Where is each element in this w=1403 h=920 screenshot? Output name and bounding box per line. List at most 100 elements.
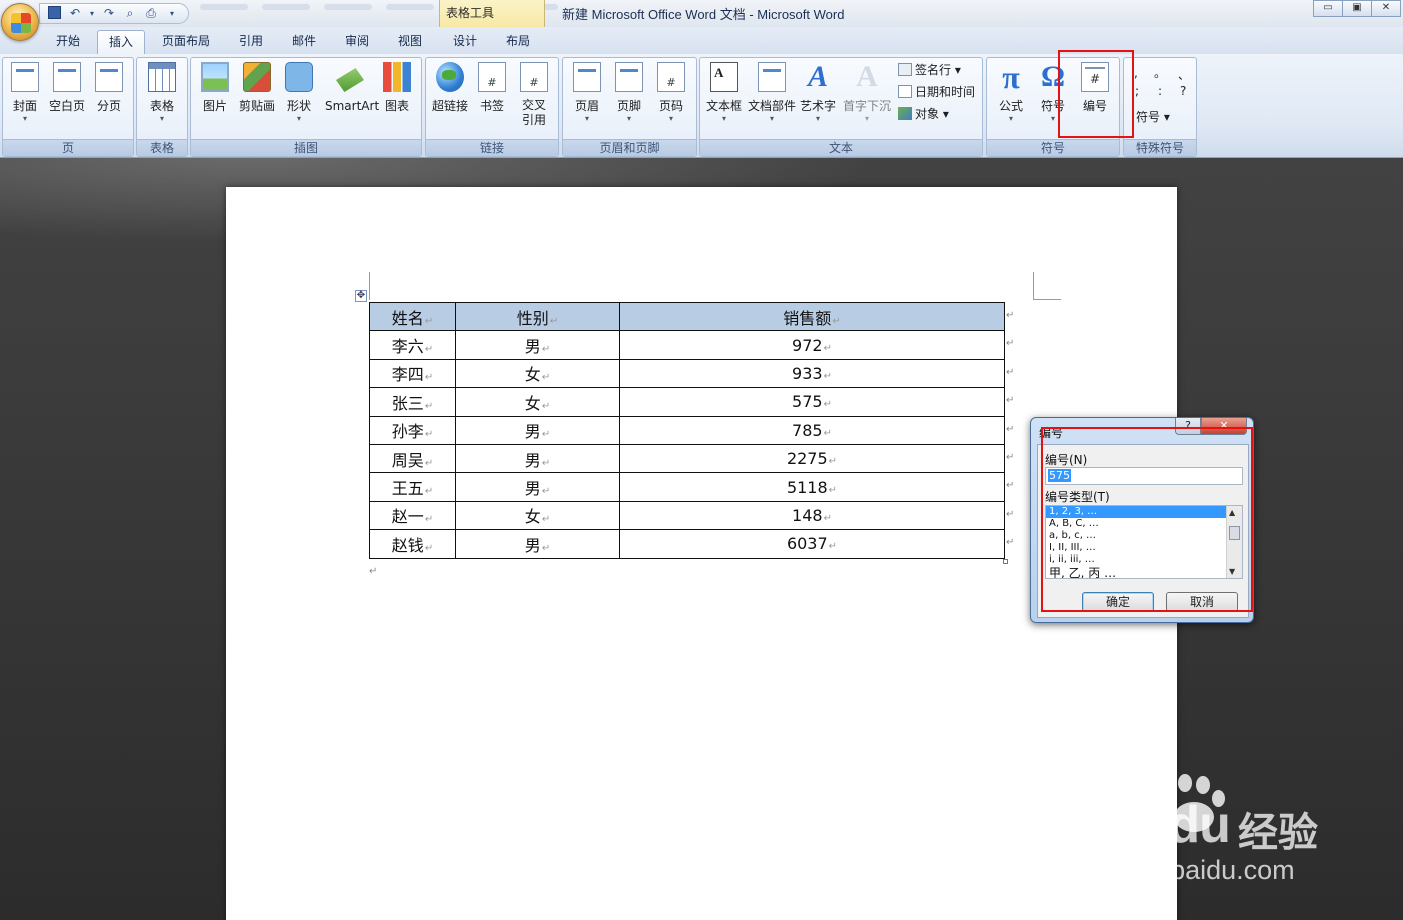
tab-layout[interactable]: 布局 <box>496 30 540 54</box>
watermark-logo: Bai du <box>1077 796 1231 854</box>
pi-icon: π <box>1002 59 1020 95</box>
table-row: 李四↵ 女↵ 933↵ <box>369 358 1005 389</box>
print-preview-icon[interactable]: ⌕ <box>122 6 138 21</box>
page-number-button[interactable]: 页码▾ <box>649 62 693 124</box>
table-cell[interactable]: 男↵ <box>455 415 620 445</box>
quick-parts-button[interactable]: 文档部件 ▾ <box>748 62 796 124</box>
shapes-button[interactable]: 形状 ▾ <box>277 62 321 124</box>
table-row: 王五↵ 男↵ 5118↵ <box>369 472 1005 502</box>
table-cell[interactable]: 6037↵ <box>619 529 1005 559</box>
table-cell[interactable]: 女↵ <box>455 358 620 389</box>
sales-table: 姓名↵ 性别↵ 销售额↵ 李六↵ 男↵ 972↵ 李四↵ 女↵ 933↵ 张三↵… <box>369 301 1005 559</box>
table-cell[interactable]: 148↵ <box>619 500 1005 531</box>
footer-button[interactable]: 页脚 ▾ <box>607 62 651 124</box>
table-row: 赵钱↵ 男↵ 6037↵ <box>369 529 1005 559</box>
group-label-text: 文本 <box>700 139 982 156</box>
table-cell[interactable]: 男↵ <box>455 330 620 360</box>
table-cell[interactable]: 972↵ <box>619 330 1005 360</box>
table-cell[interactable]: 575↵ <box>619 387 1005 417</box>
dropcap-button[interactable]: A 首字下沉 ▾ <box>843 62 891 124</box>
table-cell[interactable]: 785↵ <box>619 415 1005 445</box>
object-icon <box>898 107 912 120</box>
group-label-illustrations: 插图 <box>191 139 421 156</box>
wordart-icon: A <box>807 60 828 93</box>
table-cell[interactable]: 男↵ <box>455 529 620 559</box>
cover-page-button[interactable]: 封面 ▾ <box>3 62 47 124</box>
office-button[interactable] <box>1 3 39 41</box>
special-char[interactable]: 、 <box>1178 66 1190 83</box>
special-char[interactable]: : <box>1158 84 1162 98</box>
table-cell[interactable]: 933↵ <box>619 358 1005 389</box>
tab-page-layout[interactable]: 页面布局 <box>153 30 219 54</box>
table-cell[interactable]: 孙李↵ <box>369 415 456 445</box>
row-end-mark: ↵ <box>1006 367 1015 378</box>
close-button[interactable]: ✕ <box>1371 0 1401 17</box>
highlight-number-button <box>1058 50 1134 138</box>
table-button[interactable]: 表格 ▾ <box>140 62 184 124</box>
page-number-icon <box>657 62 685 92</box>
tab-references[interactable]: 引用 <box>229 30 273 54</box>
undo-icon[interactable]: ↶ <box>67 6 83 21</box>
header-cell[interactable]: 姓名↵ <box>369 301 456 332</box>
crop-mark-top-right <box>1033 272 1061 300</box>
table-cell[interactable]: 男↵ <box>455 443 620 474</box>
redo-icon[interactable]: ↷ <box>101 6 117 21</box>
table-cell[interactable]: 女↵ <box>455 500 620 531</box>
header-cell[interactable]: 性别↵ <box>455 301 620 332</box>
table-cell[interactable]: 赵钱↵ <box>369 529 456 559</box>
tab-design[interactable]: 设计 <box>443 30 487 54</box>
tab-review[interactable]: 审阅 <box>335 30 379 54</box>
special-char[interactable]: ; <box>1135 84 1139 98</box>
table-cell[interactable]: 赵一↵ <box>369 500 456 531</box>
crop-mark-top-left <box>369 272 370 300</box>
bookmark-button[interactable]: 书签 <box>470 62 514 114</box>
customize-qat-icon[interactable]: ▾ <box>164 6 180 21</box>
tab-insert[interactable]: 插入 <box>97 30 145 54</box>
tab-home[interactable]: 开始 <box>47 30 89 54</box>
tab-mailings[interactable]: 邮件 <box>282 30 326 54</box>
table-cell[interactable]: 李六↵ <box>369 330 456 360</box>
smartart-button[interactable]: SmartArt <box>325 62 379 114</box>
hyperlink-button[interactable]: 超链接 <box>428 62 472 114</box>
equation-button[interactable]: π 公式 ▾ <box>989 59 1033 124</box>
special-char[interactable]: , <box>1134 66 1138 80</box>
special-char[interactable]: 。 <box>1154 64 1166 81</box>
undo-dropdown-icon[interactable]: ▾ <box>88 6 96 21</box>
special-char[interactable]: ? <box>1180 84 1186 98</box>
wordart-button[interactable]: A 艺术字 ▾ <box>796 62 840 124</box>
tab-view[interactable]: 视图 <box>388 30 432 54</box>
date-time-button[interactable]: 日期和时间 <box>898 83 975 101</box>
textbox-button[interactable]: 文本框▾ <box>702 62 746 124</box>
table-cell[interactable]: 2275↵ <box>619 443 1005 474</box>
picture-button[interactable]: 图片 <box>193 62 237 114</box>
group-label-pages: 页 <box>3 139 133 156</box>
table-cell[interactable]: 男↵ <box>455 472 620 502</box>
quick-access-toolbar: ↶ ▾ ↷ ⌕ ⎙ ▾ <box>39 3 189 24</box>
table-cell[interactable]: 女↵ <box>455 387 620 417</box>
page-break-button[interactable]: 分页 <box>87 62 131 114</box>
object-button[interactable]: 对象 ▾ <box>898 105 949 123</box>
table-cell[interactable]: 周吴↵ <box>369 443 456 474</box>
signature-icon <box>898 63 912 76</box>
restore-button[interactable]: ▣ <box>1342 0 1372 17</box>
table-move-handle-icon[interactable]: ✥ <box>355 290 367 302</box>
table-cell[interactable]: 王五↵ <box>369 472 456 502</box>
clipart-button[interactable]: 剪贴画 <box>235 62 279 114</box>
group-label-header-footer: 页眉和页脚 <box>563 139 696 156</box>
group-pages: 封面 ▾ 空白页 分页 页 <box>2 57 134 157</box>
row-end-mark: ↵ <box>1006 395 1015 406</box>
table-cell[interactable]: 5118↵ <box>619 472 1005 502</box>
save-icon[interactable] <box>46 6 62 21</box>
header-cell[interactable]: 销售额↵ <box>619 301 1005 332</box>
table-cell[interactable]: 李四↵ <box>369 358 456 389</box>
minimize-button[interactable]: ▭ <box>1313 0 1343 17</box>
special-symbol-button[interactable]: 符号 ▾ <box>1136 108 1170 126</box>
signature-line-button[interactable]: 签名行 ▾ <box>898 61 961 79</box>
chart-button[interactable]: 图表 <box>375 62 419 114</box>
blank-page-button[interactable]: 空白页 <box>45 62 89 114</box>
cross-reference-button[interactable]: 交叉 引用 <box>512 62 556 128</box>
print-icon[interactable]: ⎙ <box>143 6 159 21</box>
table-resize-handle[interactable] <box>1003 559 1008 564</box>
table-cell[interactable]: 张三↵ <box>369 387 456 417</box>
header-button[interactable]: 页眉 ▾ <box>565 62 609 124</box>
